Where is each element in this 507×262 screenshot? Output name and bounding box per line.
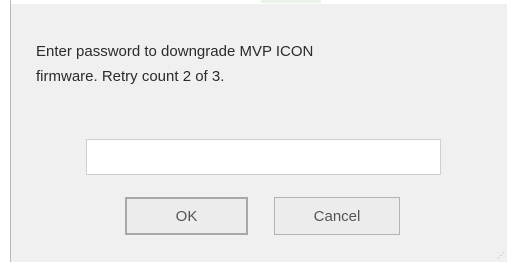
ok-button[interactable]: OK (125, 197, 248, 235)
password-input[interactable] (86, 139, 441, 175)
password-dialog: Enter password to downgrade MVP ICON fir… (10, 0, 507, 262)
dialog-message: Enter password to downgrade MVP ICON fir… (36, 43, 314, 85)
cancel-button[interactable]: Cancel (274, 197, 400, 235)
top-edge-accent (261, 0, 321, 3)
dialog-top-edge (11, 0, 507, 4)
resize-grip-icon[interactable]: ⋰ (497, 252, 505, 260)
